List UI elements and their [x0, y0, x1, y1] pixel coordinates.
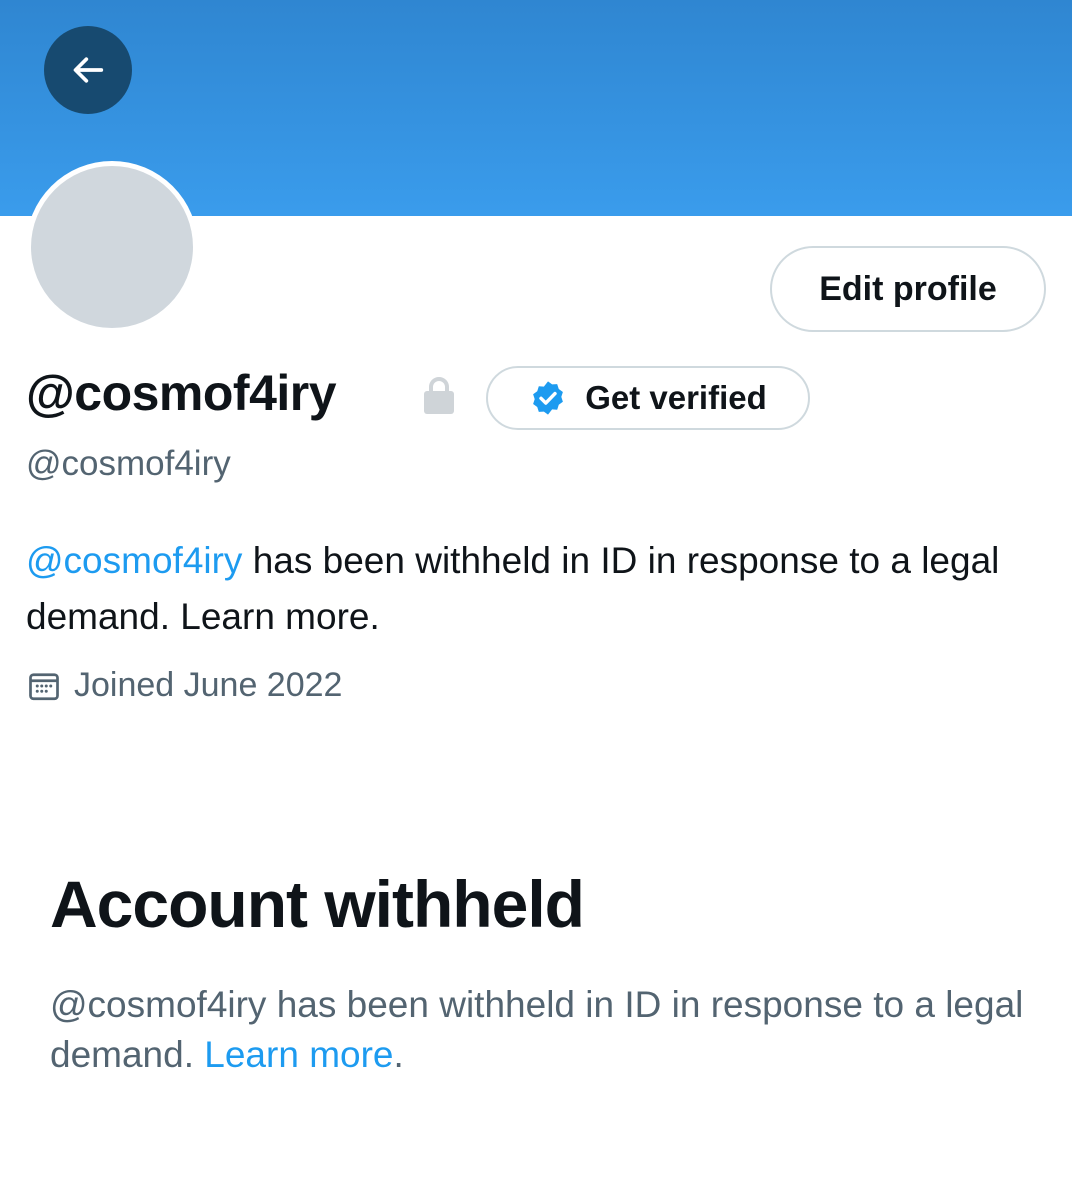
withheld-title: Account withheld — [50, 867, 585, 941]
avatar-placeholder — [31, 166, 193, 328]
withheld-body-text: @cosmof4iry has been withheld in ID in r… — [50, 984, 1024, 1075]
lock-icon — [424, 377, 454, 414]
get-verified-button[interactable]: Get verified — [486, 366, 810, 430]
arrow-left-icon — [73, 57, 104, 83]
edit-profile-button[interactable]: Edit profile — [770, 246, 1046, 332]
back-button[interactable] — [44, 26, 132, 114]
get-verified-label: Get verified — [585, 379, 767, 416]
display-name: @cosmof4iry — [26, 365, 337, 421]
calendar-icon — [29, 672, 59, 700]
withheld-message: @cosmof4iry has been withheld in ID in r… — [50, 980, 1040, 1080]
profile-bio: @cosmof4iry has been withheld in ID in r… — [26, 533, 1036, 645]
learn-more-link[interactable]: Learn more — [204, 1034, 393, 1075]
bio-mention-link[interactable]: @cosmof4iry — [26, 540, 242, 581]
joined-date: Joined June 2022 — [26, 666, 342, 705]
profile-handle: @cosmof4iry — [26, 444, 231, 483]
withheld-suffix: . — [393, 1034, 404, 1075]
joined-text: Joined June 2022 — [74, 666, 343, 704]
verified-badge-icon — [533, 381, 564, 415]
avatar[interactable] — [26, 161, 198, 333]
